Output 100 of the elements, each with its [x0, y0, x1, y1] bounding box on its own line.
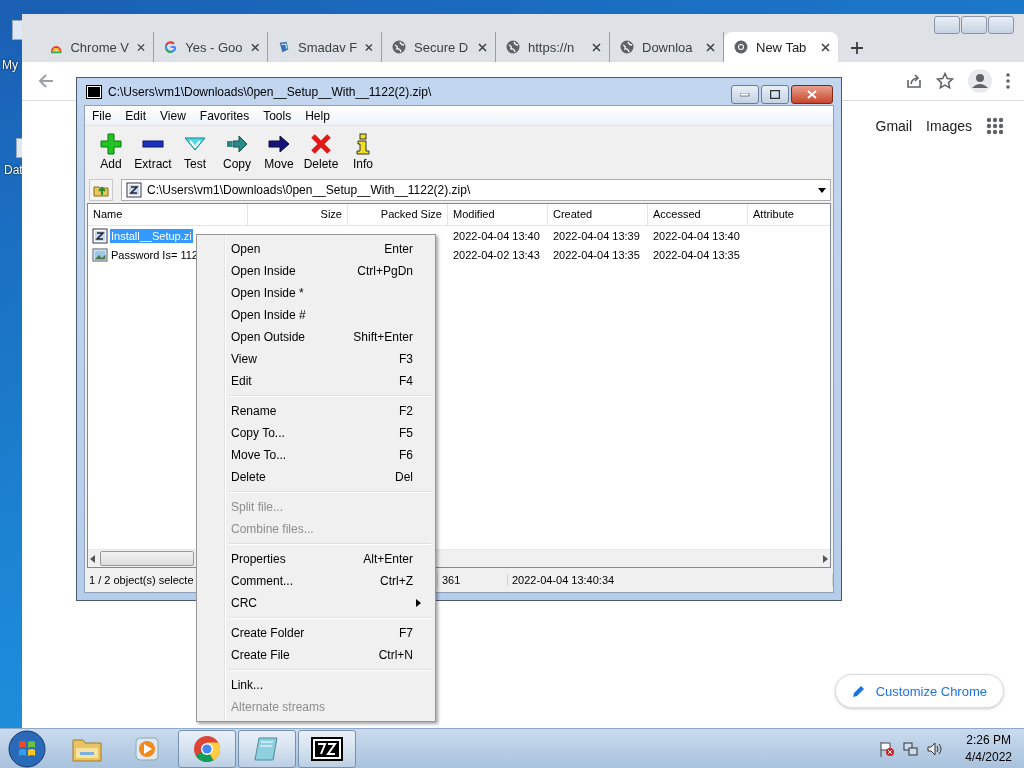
- scroll-left-icon[interactable]: [88, 554, 98, 563]
- minimize-button[interactable]: [934, 16, 960, 34]
- table-cell-text: 2022-04-02 13:43: [452, 248, 541, 261]
- menu-item[interactable]: Edit: [118, 108, 154, 123]
- status-text: 361: [438, 574, 508, 586]
- header-link[interactable]: Gmail: [875, 118, 913, 134]
- column-header[interactable]: Created: [548, 204, 648, 225]
- menu-item[interactable]: Tools: [256, 108, 299, 123]
- status-text: 2022-04-04 13:40:34: [508, 574, 833, 586]
- back-arrow-icon[interactable]: [38, 73, 54, 89]
- pencil-icon: [851, 684, 866, 698]
- menu-item[interactable]: CRC: [199, 592, 433, 614]
- start-button[interactable]: [8, 729, 46, 768]
- menu-item[interactable]: Rename F2: [199, 400, 433, 422]
- menu-item[interactable]: Move To... F6: [199, 444, 433, 466]
- customize-chrome-button[interactable]: Customize Chrome: [834, 674, 1004, 708]
- archive-file-icon: [126, 182, 142, 198]
- google-icon: [164, 40, 178, 54]
- close-icon[interactable]: [137, 42, 145, 52]
- header-link[interactable]: Images: [926, 118, 972, 134]
- menu-item[interactable]: Open Inside *: [199, 282, 433, 304]
- folder-up-icon: [93, 183, 109, 197]
- menu-item[interactable]: Create File Ctrl+N: [199, 644, 433, 666]
- toolbar-button[interactable]: Test: [174, 132, 216, 171]
- column-header[interactable]: Packed Size: [348, 204, 448, 225]
- menu-item[interactable]: Favorites: [192, 108, 257, 123]
- chrome-logo-icon: [734, 40, 748, 54]
- clock-time[interactable]: 2:26 PM: [966, 731, 1011, 749]
- toolbar-button[interactable]: Move: [258, 132, 300, 171]
- clock-date[interactable]: 4/4/2022: [965, 748, 1012, 766]
- image-file-icon: [92, 246, 108, 263]
- menu-item[interactable]: Create Folder F7: [199, 622, 433, 644]
- plus-icon: [100, 132, 122, 155]
- star-icon[interactable]: [936, 72, 954, 90]
- apps-grid-icon[interactable]: [986, 117, 1004, 135]
- menu-item[interactable]: Help: [298, 108, 337, 123]
- menu-icon[interactable]: [1006, 73, 1010, 89]
- toolbar-button[interactable]: Copy: [216, 132, 258, 171]
- volume-icon[interactable]: [927, 740, 944, 757]
- column-header[interactable]: Modified: [448, 204, 548, 225]
- close-icon[interactable]: [365, 42, 373, 52]
- share-icon[interactable]: [906, 73, 922, 89]
- scrollbar-thumb[interactable]: [100, 551, 194, 566]
- menu-item[interactable]: Open Outside Shift+Enter: [199, 326, 433, 348]
- menu-item[interactable]: Properties Alt+Enter: [199, 548, 433, 570]
- close-button[interactable]: [791, 85, 833, 104]
- menu-item[interactable]: View F3: [199, 348, 433, 370]
- close-icon: [807, 90, 817, 99]
- close-icon[interactable]: [821, 42, 830, 52]
- dropdown-arrow-icon[interactable]: [818, 187, 826, 193]
- close-icon[interactable]: [478, 42, 487, 52]
- menu-item[interactable]: Open Inside #: [199, 304, 433, 326]
- toolbar-button[interactable]: Info: [342, 132, 384, 171]
- app-logo-icon: [311, 736, 343, 761]
- flag-icon[interactable]: [879, 740, 896, 757]
- close-icon[interactable]: [592, 42, 601, 52]
- maximize-icon: [770, 90, 780, 99]
- maximize-button[interactable]: [761, 85, 789, 104]
- menu-item[interactable]: Copy To... F5: [199, 422, 433, 444]
- path-field[interactable]: C:\Users\vm1\Downloads\0pen__Setup__With__1122(2).zip\: [121, 179, 831, 201]
- minimize-icon: [740, 92, 750, 97]
- column-header[interactable]: Size: [248, 204, 348, 225]
- globe-icon: [620, 40, 634, 54]
- table-cell-text: 2022-04-04 13:35: [652, 248, 741, 261]
- scroll-right-icon[interactable]: [820, 554, 830, 563]
- window-title: C:\Users\vm1\Downloads\0pen__Setup__With__1122(2).zip\: [108, 84, 433, 99]
- taskbar-app-button[interactable]: [298, 729, 356, 768]
- column-header[interactable]: Attribute: [748, 204, 830, 225]
- minimize-button[interactable]: [731, 85, 759, 104]
- toolbar-button[interactable]: Add: [90, 132, 132, 171]
- column-header[interactable]: Accessed: [648, 204, 748, 225]
- plus-icon[interactable]: [850, 41, 864, 55]
- table-cell-text: 2022-04-04 13:39: [552, 229, 641, 242]
- menu-item[interactable]: Open Inside Ctrl+PgDn: [199, 260, 433, 282]
- desktop-icon-label[interactable]: Dat: [4, 163, 23, 177]
- chrome-logo-icon: [193, 734, 221, 763]
- table-cell-text: 2022-04-04 13:40: [652, 229, 741, 242]
- profile-icon[interactable]: [968, 69, 992, 93]
- close-icon[interactable]: [250, 42, 259, 52]
- menu-item[interactable]: View: [153, 108, 193, 123]
- menu-item[interactable]: Delete Del: [199, 466, 433, 488]
- network-icon[interactable]: [903, 740, 920, 757]
- menu-item[interactable]: Link...: [199, 674, 433, 696]
- cross-icon: [310, 132, 332, 155]
- submenu-arrow-icon: [416, 599, 421, 607]
- notepad-icon: [253, 735, 281, 762]
- menu-item[interactable]: Edit F4: [199, 370, 433, 392]
- archive-file-icon: [92, 227, 108, 244]
- up-folder-button[interactable]: [89, 179, 113, 201]
- table-cell-text: 2022-04-04 13:40: [452, 229, 541, 242]
- table-cell-text: 2022-04-04 13:35: [552, 248, 641, 261]
- toolbar-button[interactable]: Delete: [300, 132, 342, 171]
- close-icon[interactable]: [706, 42, 715, 52]
- toolbar-button[interactable]: Extract: [132, 132, 174, 171]
- browser-tab[interactable]: New Tab: [724, 32, 838, 62]
- column-header[interactable]: Name: [88, 204, 248, 225]
- menu-item[interactable]: Open Enter: [199, 238, 433, 260]
- globe-icon: [392, 40, 406, 54]
- desktop-icon-label[interactable]: My: [2, 58, 18, 72]
- menu-item[interactable]: File: [85, 108, 119, 123]
